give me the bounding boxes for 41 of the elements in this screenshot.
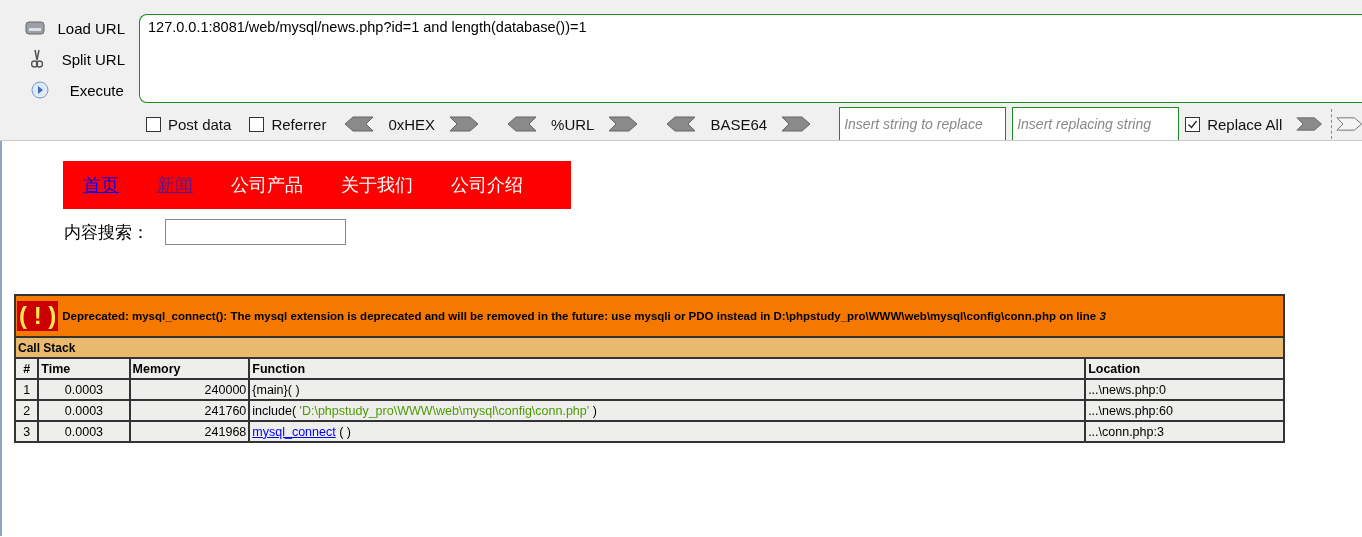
scissors-icon bbox=[30, 49, 43, 69]
action-button[interactable]: Split URL bbox=[0, 48, 125, 70]
error-message: Deprecated: mysql_connect(): The mysql extension is deprecated and will be removed in the future: use mysqli or PDO instead in D:\phpstudy_pro\WWW\web\mysql\config\conn.php on line 3 bbox=[62, 310, 1106, 322]
column-header: # bbox=[15, 358, 39, 379]
right-arrow-icon[interactable] bbox=[1335, 116, 1362, 132]
table-cell: 1 bbox=[15, 379, 39, 400]
right-arrow-icon[interactable] bbox=[449, 116, 480, 132]
url-field[interactable]: 127.0.0.1:8081/web/mysql/news.php?id=1 and length(database())=1 bbox=[139, 14, 1362, 103]
left-arrow-icon[interactable] bbox=[344, 116, 375, 132]
column-header: Function bbox=[249, 358, 1086, 379]
nav-link[interactable]: 公司产品 bbox=[231, 173, 303, 197]
call-stack-title: Call Stack bbox=[15, 337, 1284, 358]
search-field[interactable] bbox=[165, 219, 346, 245]
table-cell: {main}( ) bbox=[249, 379, 1086, 400]
checkbox[interactable]: Post data bbox=[146, 115, 232, 133]
replace-string-field[interactable]: Insert replacing string bbox=[1012, 107, 1180, 140]
search-string-field[interactable]: Insert string to replace bbox=[839, 107, 1007, 140]
encoder-label: %URL bbox=[551, 115, 595, 133]
action-button[interactable]: Load URL bbox=[0, 17, 125, 39]
drive-icon bbox=[24, 20, 45, 36]
right-arrow-icon[interactable] bbox=[608, 116, 639, 132]
nav-link[interactable]: 关于我们 bbox=[341, 173, 413, 197]
nav-link[interactable]: 公司介绍 bbox=[451, 173, 523, 197]
left-arrow-icon[interactable] bbox=[666, 116, 697, 132]
function-link[interactable]: mysql_connect bbox=[252, 424, 336, 439]
search-label: 内容搜索： bbox=[64, 221, 149, 244]
warning-icon: ( ! ) bbox=[17, 301, 59, 331]
table-cell: mysql_connect ( ) bbox=[249, 421, 1086, 442]
right-arrow-icon[interactable] bbox=[781, 116, 812, 132]
play-icon bbox=[31, 81, 50, 99]
table-cell: 3 bbox=[15, 421, 39, 442]
action-button[interactable]: Execute bbox=[0, 79, 125, 101]
encoder-label: BASE64 bbox=[710, 115, 768, 133]
encoder-label: 0xHEX bbox=[388, 115, 436, 133]
checkbox[interactable]: Referrer bbox=[249, 115, 327, 133]
table-cell: include( 'D:\phpstudy_pro\WWW\web\mysql\config\conn.php' ) bbox=[249, 400, 1086, 421]
right-arrow-icon[interactable] bbox=[1296, 116, 1323, 132]
checkbox[interactable]: Replace All bbox=[1185, 115, 1283, 133]
table-cell: 2 bbox=[15, 400, 39, 421]
check-icon bbox=[1187, 118, 1199, 130]
left-arrow-icon[interactable] bbox=[507, 116, 538, 132]
